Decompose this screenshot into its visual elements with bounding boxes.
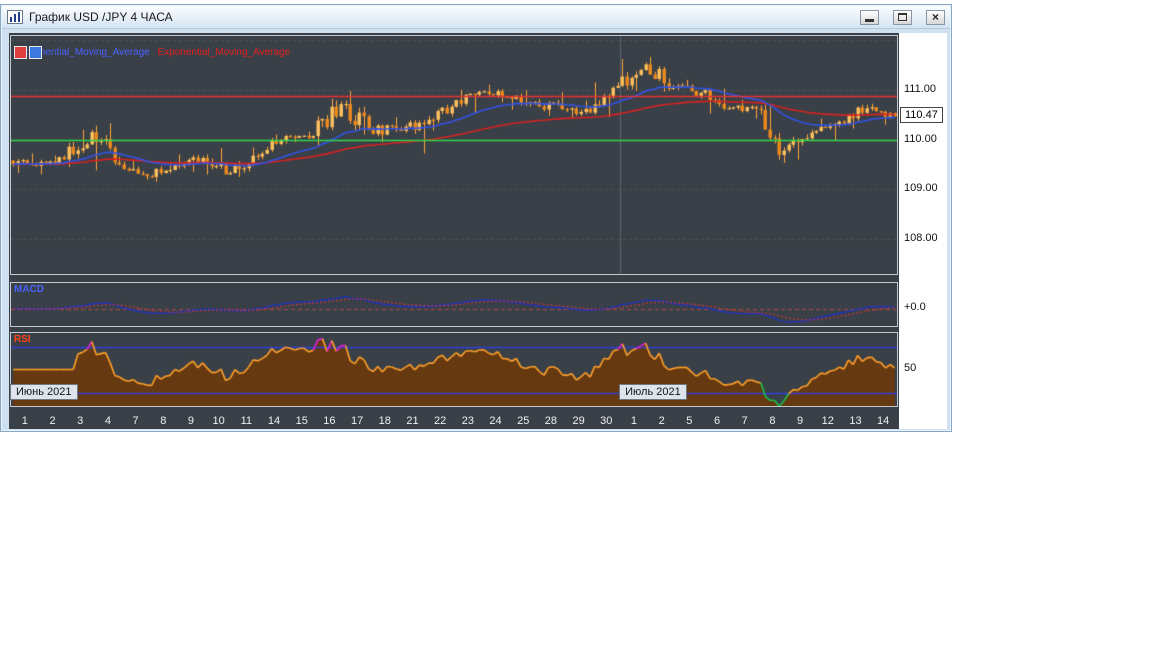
chart-icon (7, 10, 23, 24)
date-axis-label: 13 (849, 415, 862, 427)
date-axis-label: 2 (49, 415, 56, 427)
legend-swatch-blue[interactable] (29, 46, 42, 59)
date-axis-label: 5 (686, 415, 693, 427)
date-axis-label: 8 (160, 415, 167, 427)
maximize-icon (898, 13, 907, 21)
close-icon: × (931, 10, 939, 24)
date-axis-label: 9 (797, 415, 804, 427)
macd-chart-canvas[interactable] (11, 283, 897, 326)
date-axis-label: 9 (187, 415, 195, 427)
date-axis-label: 3 (77, 415, 84, 427)
date-axis-label: 14 (267, 415, 281, 427)
titlebar[interactable]: График USD /JPY 4 ЧАСА × (2, 6, 950, 29)
date-axis-label: 2 (658, 415, 665, 427)
date-axis-label: 11 (240, 415, 253, 427)
rsi-pane: RSI (10, 332, 898, 407)
price-axis: 110.47 +0.0 50 111.00 110.00 109.00 108.00 (899, 33, 947, 429)
date-axis-label: 22 (434, 415, 447, 427)
price-chart-canvas[interactable] (11, 36, 897, 274)
date-axis-label: 24 (489, 415, 502, 427)
date-axis-label: 12 (821, 415, 834, 427)
minimize-button[interactable] (860, 9, 879, 25)
date-axis-label: 30 (600, 415, 613, 427)
date-axis-label: 15 (295, 415, 308, 427)
date-axis-label: 7 (132, 415, 139, 427)
maximize-button[interactable] (893, 9, 912, 25)
date-axis-label: 8 (769, 415, 776, 427)
date-axis-label: 16 (323, 415, 336, 427)
minimize-icon (865, 19, 874, 22)
date-axis-label: 7 (741, 415, 748, 427)
rsi-chart-canvas[interactable] (11, 333, 897, 406)
date-axis-label: 18 (378, 415, 391, 427)
month-marker: Июнь 2021 (10, 384, 78, 400)
price-axis-label: 109.00 (904, 182, 938, 195)
date-axis-label: 10 (212, 415, 225, 427)
window-title: График USD /JPY 4 ЧАСА (29, 10, 173, 24)
price-axis-label: 108.00 (904, 232, 938, 245)
date-axis-label: 4 (104, 415, 111, 427)
macd-zero-label: +0.0 (904, 301, 926, 313)
month-marker: Июль 2021 (619, 384, 687, 400)
macd-pane: MACD (10, 282, 898, 327)
ema-slow-legend-label: Exponential_Moving_Average (157, 47, 291, 58)
rsi-label: RSI (14, 334, 31, 345)
chart-window: График USD /JPY 4 ЧАСА × MACD RSI Expone… (0, 4, 952, 432)
date-axis-label: 25 (517, 415, 530, 427)
date-axis-label: 6 (713, 415, 721, 427)
close-button[interactable]: × (926, 9, 945, 25)
date-axis-label: 21 (406, 415, 419, 427)
chart-region: MACD RSI Exponential_Moving_Average Expo… (9, 33, 899, 429)
legend-swatch-red[interactable] (14, 46, 27, 59)
date-axis-label: 1 (21, 415, 28, 427)
date-axis-label: 14 (877, 415, 890, 427)
date-axis: 1 2 3 4 7 8 9 10 11 14 15 16 17 18 21 22 23 24 25 28 29 30 1 2 5… (10, 409, 898, 429)
rsi-mid-label: 50 (904, 361, 917, 374)
date-axis-label: 29 (572, 415, 585, 427)
price-axis-label: 111.00 (904, 82, 937, 95)
price-pane (10, 35, 898, 275)
price-axis-label: 110.00 (904, 132, 937, 145)
current-price-badge: 110.47 (900, 107, 943, 124)
date-axis-label: 1 (630, 415, 638, 427)
date-axis-label: 17 (350, 415, 364, 427)
date-axis-label: 23 (461, 415, 474, 427)
indicator-legend: Exponential_Moving_Average Exponential_M… (17, 47, 290, 58)
date-axis-label: 28 (544, 415, 558, 427)
macd-label: MACD (14, 284, 44, 295)
